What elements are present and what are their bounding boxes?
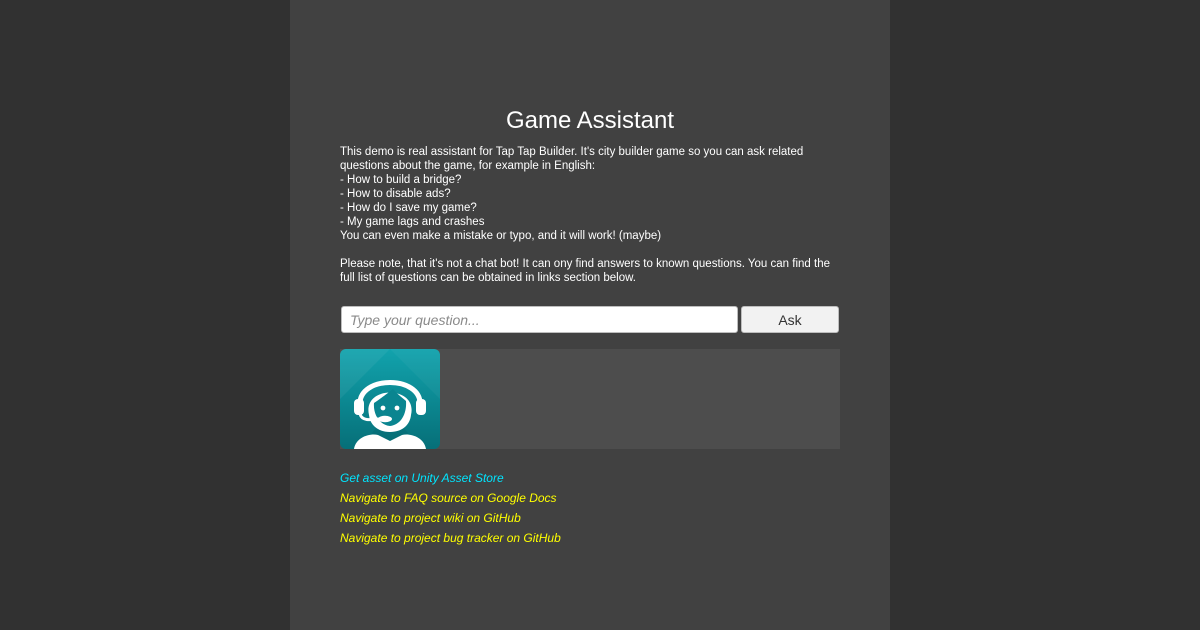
description-text: This demo is real assistant for Tap Tap … [340,146,830,284]
main-panel: Game Assistant This demo is real assista… [290,0,890,630]
question-input[interactable] [341,306,738,333]
chat-area [340,349,840,449]
headset-agent-icon [340,349,440,449]
assistant-avatar [340,349,440,449]
page-title: Game Assistant [505,107,675,134]
link-bug-tracker[interactable]: Navigate to project bug tracker on GitHu… [340,528,840,548]
links-section: Get asset on Unity Asset Store Navigate … [340,468,840,548]
link-unity-asset-store[interactable]: Get asset on Unity Asset Store [340,468,840,488]
link-project-wiki[interactable]: Navigate to project wiki on GitHub [340,508,840,528]
ask-button[interactable]: Ask [741,306,839,333]
link-faq-google-docs[interactable]: Navigate to FAQ source on Google Docs [340,488,840,508]
